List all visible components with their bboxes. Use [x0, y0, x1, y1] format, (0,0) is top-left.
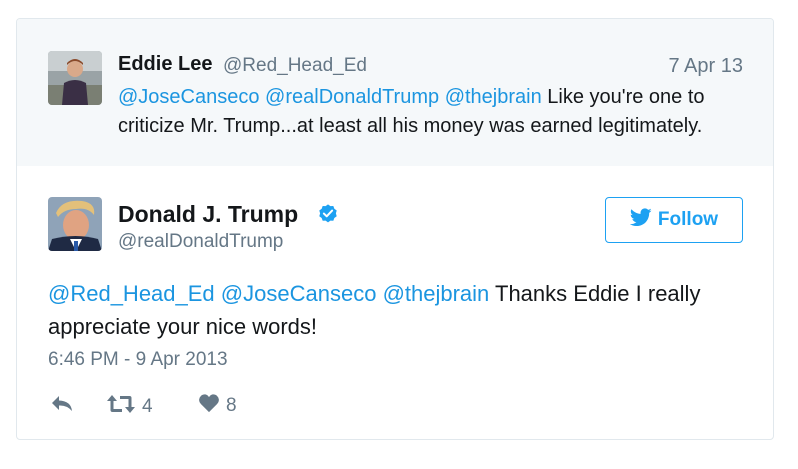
parent-tweet[interactable]: Eddie Lee @Red_Head_Ed 7 Apr 13 @JoseCan… — [17, 19, 773, 166]
like-button[interactable]: 8 — [198, 393, 237, 419]
author-name[interactable]: Donald J. Trump — [118, 201, 298, 228]
reply-icon — [50, 393, 74, 419]
verified-badge-icon — [317, 203, 339, 225]
parent-tweet-text: @JoseCanseco @realDonaldTrump @thejbrain… — [118, 83, 758, 141]
tweet-timestamp[interactable]: 6:46 PM - 9 Apr 2013 — [48, 349, 228, 371]
reply-button[interactable] — [50, 393, 74, 419]
like-count: 8 — [226, 395, 237, 416]
parent-tweet-date[interactable]: 7 Apr 13 — [668, 55, 743, 78]
mention-link[interactable]: @JoseCanseco — [221, 281, 377, 306]
parent-text-part: Like you're one to — [541, 86, 705, 108]
retweet-count: 4 — [142, 396, 153, 417]
follow-label: Follow — [657, 209, 719, 230]
mention-link[interactable]: @Red_Head_Ed — [48, 281, 215, 306]
author-handle[interactable]: @realDonaldTrump — [118, 231, 283, 253]
author-avatar[interactable] — [48, 197, 102, 251]
mention-link[interactable]: @realDonaldTrump — [265, 86, 439, 108]
mention-link[interactable]: @JoseCanseco — [118, 86, 259, 108]
parent-text-line2: criticize Mr. Trump...at least all his m… — [118, 115, 703, 137]
mention-link[interactable]: @thejbrain — [445, 86, 542, 108]
embedded-tweet-card: Eddie Lee @Red_Head_Ed 7 Apr 13 @JoseCan… — [16, 18, 774, 440]
parent-author-handle[interactable]: @Red_Head_Ed — [223, 55, 367, 77]
twitter-bird-icon — [629, 207, 652, 233]
follow-button[interactable]: Follow — [605, 197, 743, 243]
tweet-text: @Red_Head_Ed @JoseCanseco @thejbrain Tha… — [48, 277, 748, 343]
heart-icon — [198, 393, 220, 419]
parent-avatar[interactable] — [48, 51, 102, 105]
mention-link[interactable]: @thejbrain — [383, 281, 490, 306]
retweet-icon — [106, 393, 136, 421]
retweet-button[interactable]: 4 — [106, 393, 153, 421]
parent-author-name[interactable]: Eddie Lee — [118, 53, 212, 76]
